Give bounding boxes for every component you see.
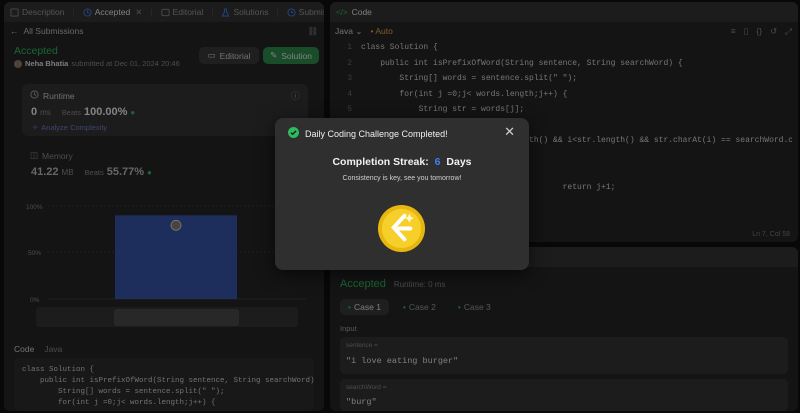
coin-icon	[377, 204, 426, 253]
streak-unit: Days	[446, 156, 472, 168]
modal-title: Daily Coding Challenge Completed!	[305, 128, 448, 139]
modal-message: Consistency is key, see you tomorrow!	[342, 175, 462, 182]
modal-header: Daily Coding Challenge Completed!	[288, 127, 448, 140]
check-circle-icon	[288, 127, 299, 140]
streak-row: Completion Streak: 6 Days	[275, 156, 529, 168]
daily-challenge-modal: Daily Coding Challenge Completed! ✕ Comp…	[275, 118, 529, 270]
streak-value: 6	[434, 156, 441, 168]
streak-label: Completion Streak:	[332, 156, 429, 168]
close-icon[interactable]: ✕	[504, 124, 515, 140]
